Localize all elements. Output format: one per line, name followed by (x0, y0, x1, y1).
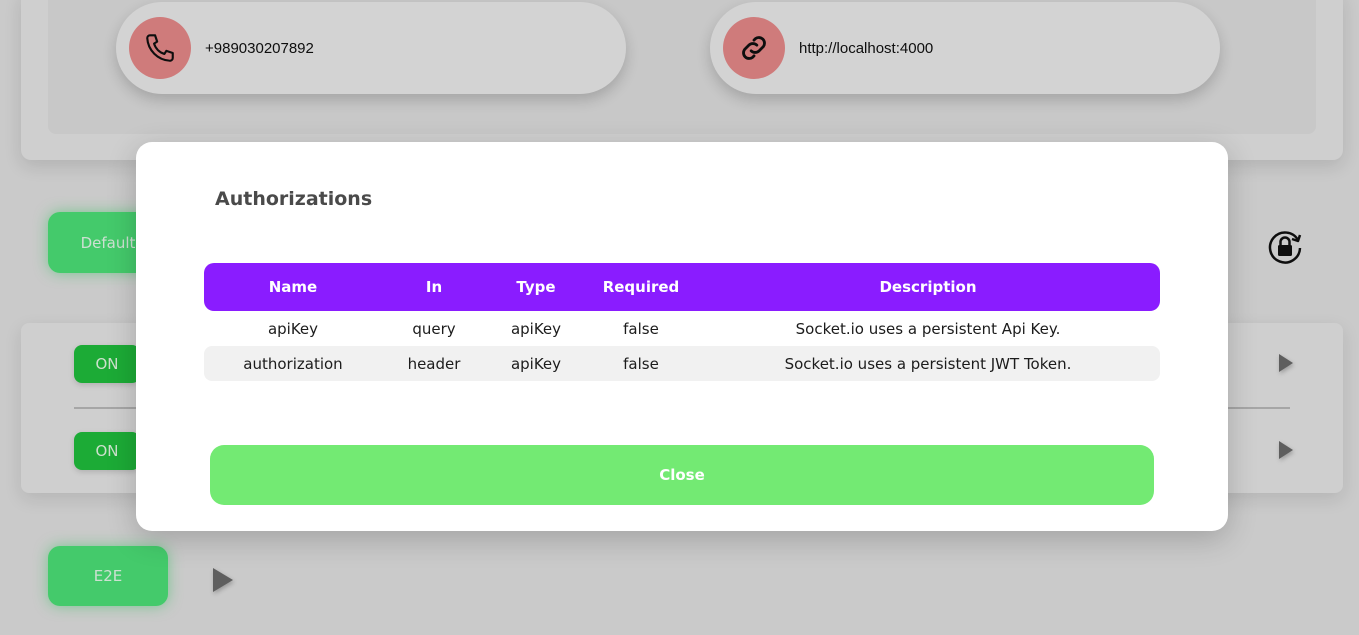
authorizations-modal: Authorizations Name In Type Required Des… (136, 142, 1228, 531)
table-cell: header (382, 346, 486, 381)
table-header-row: Name In Type Required Description (204, 263, 1160, 311)
table-cell: apiKey (486, 346, 586, 381)
table-row: apiKey query apiKey false Socket.io uses… (204, 311, 1160, 346)
modal-title: Authorizations (215, 188, 373, 210)
column-header: Description (696, 263, 1160, 311)
table-cell: Socket.io uses a persistent JWT Token. (696, 346, 1160, 381)
column-header: Type (486, 263, 586, 311)
table-cell: authorization (204, 346, 382, 381)
table-cell: apiKey (510, 319, 562, 338)
table-row: authorization header apiKey false Socket… (204, 346, 1160, 381)
table-cell: false (623, 319, 659, 338)
close-button[interactable]: Close (210, 445, 1154, 505)
table-cell: Socket.io uses a persistent Api Key. (795, 319, 1061, 338)
authorizations-table: Name In Type Required Description apiKey… (204, 263, 1160, 381)
column-header: In (382, 263, 486, 311)
table-cell: apiKey (267, 319, 319, 338)
table-cell: query (412, 319, 456, 338)
table-cell: false (586, 346, 696, 381)
column-header: Name (204, 263, 382, 311)
column-header: Required (586, 263, 696, 311)
